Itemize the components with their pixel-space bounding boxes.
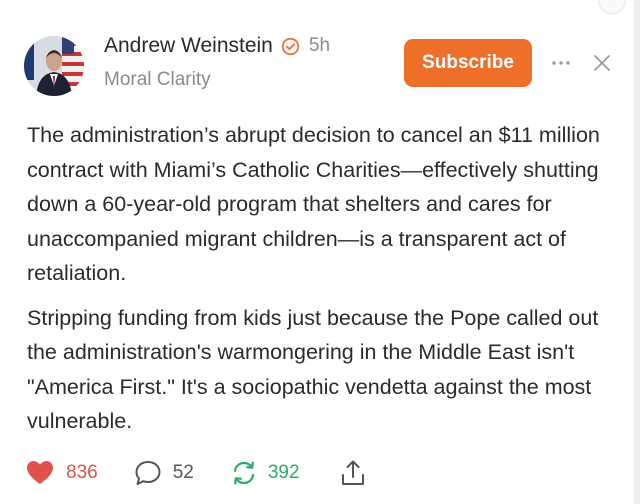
avatar-image [24,36,84,96]
heart-icon [27,461,53,484]
comment-button[interactable]: 52 [134,459,194,487]
publication-name[interactable]: Moral Clarity [104,69,211,91]
post-paragraph-1: The administration’s abrupt decision to … [27,123,600,285]
ellipsis-icon[interactable] [550,52,572,74]
post-card: Andrew Weinstein 5h Moral Clarity Subscr… [0,0,640,504]
subscribe-button[interactable]: Subscribe [404,39,532,87]
check-circle-icon [281,37,300,55]
author-name[interactable]: Andrew Weinstein [104,34,273,58]
restack-button[interactable]: 392 [230,459,300,487]
post-timestamp: 5h [308,35,331,56]
post-body: The administration’s abrupt decision to … [27,118,617,449]
restack-count: 392 [267,462,300,483]
share-button[interactable] [340,459,366,487]
close-icon[interactable] [591,52,613,74]
action-bar: 836 52 392 [26,455,366,491]
comment-bubble-icon [135,461,161,485]
author-line: Andrew Weinstein 5h [104,34,330,58]
like-button[interactable]: 836 [26,460,98,486]
post-paragraph-2: Stripping funding from kids just because… [27,305,599,434]
comment-count: 52 [172,462,194,483]
partial-avatar-circle [598,0,626,14]
restack-icon [233,461,254,485]
share-icon [341,460,364,485]
author-avatar[interactable] [24,36,84,96]
scroll-edge [634,0,640,504]
like-count: 836 [66,462,98,483]
